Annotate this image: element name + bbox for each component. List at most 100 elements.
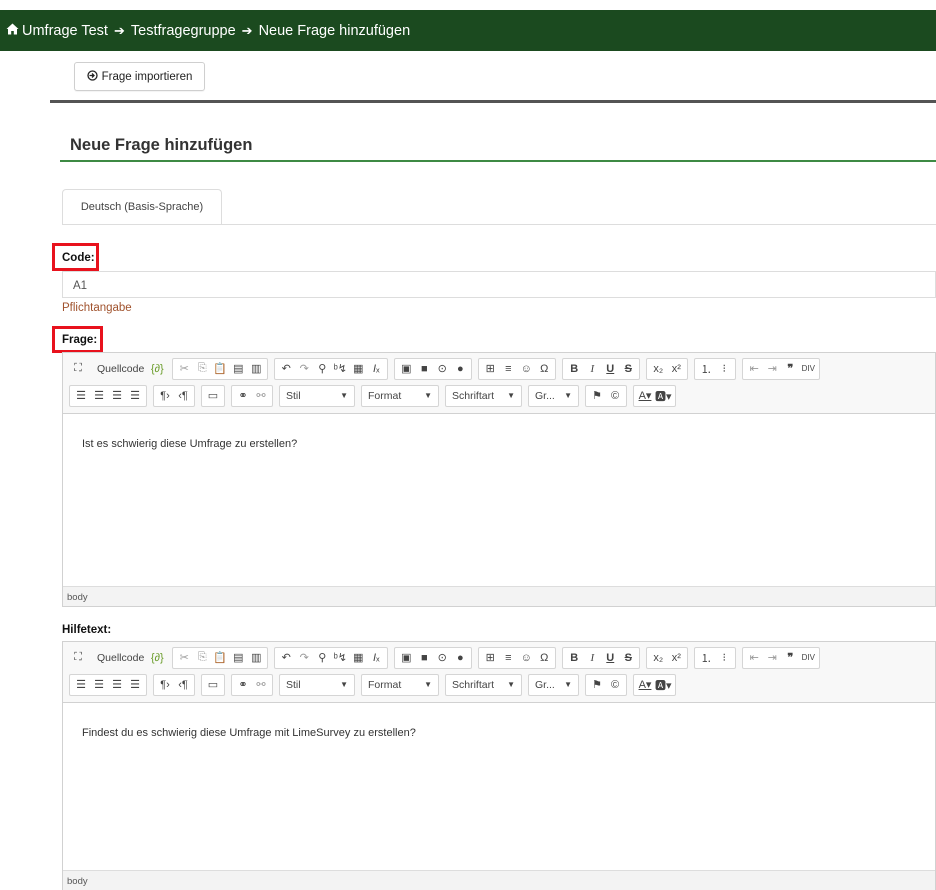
table-icon[interactable]: ⊞	[481, 649, 499, 667]
rtl-icon[interactable]: ‹¶	[174, 676, 192, 694]
div-icon[interactable]: DIV	[799, 360, 817, 378]
bold-icon[interactable]: B	[565, 649, 583, 667]
paste-icon[interactable]: 📋	[211, 360, 229, 378]
smiley-icon[interactable]: ☺	[517, 649, 535, 667]
strike-icon[interactable]: S	[619, 360, 637, 378]
undo-icon[interactable]: ↶	[277, 360, 295, 378]
maximize-icon[interactable]: ⛶	[69, 649, 87, 667]
align-left-icon[interactable]: ☰	[72, 676, 90, 694]
numbered-list-icon[interactable]: ⒈	[697, 360, 715, 378]
align-center-icon[interactable]: ☰	[90, 387, 108, 405]
tab-language-german[interactable]: Deutsch (Basis-Sprache)	[62, 189, 222, 225]
special-char-icon[interactable]: Ω	[535, 360, 553, 378]
paste-word-icon[interactable]: ▥	[247, 360, 265, 378]
redo-icon[interactable]: ↷	[295, 360, 313, 378]
text-color-icon[interactable]: A▾	[636, 387, 654, 405]
maximize-icon[interactable]: ⛶	[69, 360, 87, 378]
image-icon[interactable]: ▣	[397, 649, 415, 667]
table-icon[interactable]: ⊞	[481, 360, 499, 378]
copyright-icon[interactable]: ©	[606, 387, 624, 405]
breadcrumb-item-survey[interactable]: Umfrage Test	[22, 23, 108, 39]
align-right-icon[interactable]: ☰	[108, 676, 126, 694]
subscript-icon[interactable]: x₂	[649, 360, 667, 378]
blockquote-icon[interactable]: ❞	[781, 649, 799, 667]
align-left-icon[interactable]: ☰	[72, 387, 90, 405]
redo-icon[interactable]: ↷	[295, 649, 313, 667]
copyright-icon[interactable]: ©	[606, 676, 624, 694]
format-dropdown[interactable]: Format ▼	[361, 384, 439, 407]
blockquote-icon[interactable]: ❞	[781, 360, 799, 378]
strike-icon[interactable]: S	[619, 649, 637, 667]
breadcrumb-item-group[interactable]: Testfragegruppe	[131, 23, 236, 39]
template-icon[interactable]: ▭	[204, 676, 222, 694]
horizontal-line-icon[interactable]: ≡	[499, 360, 517, 378]
underline-icon[interactable]: U	[601, 360, 619, 378]
link-icon[interactable]: ⚭	[234, 676, 252, 694]
subscript-icon[interactable]: x₂	[649, 649, 667, 667]
source-icon[interactable]: {∂}	[148, 360, 166, 378]
indent-icon[interactable]: ⇥	[763, 649, 781, 667]
image-icon[interactable]: ▣	[397, 360, 415, 378]
flag-icon[interactable]: ⚑	[588, 387, 606, 405]
home-icon[interactable]	[6, 23, 19, 39]
bg-color-icon[interactable]: 🅰▾	[654, 676, 673, 694]
superscript-icon[interactable]: x²	[667, 649, 685, 667]
play-icon[interactable]: ⊙	[433, 360, 451, 378]
template-icon[interactable]: ▭	[204, 387, 222, 405]
link-icon[interactable]: ⚭	[234, 387, 252, 405]
italic-icon[interactable]: I	[583, 649, 601, 667]
copy-icon[interactable]: ⎘	[193, 649, 211, 667]
style-dropdown[interactable]: Stil ▼	[279, 384, 355, 407]
remove-format-icon[interactable]: Iₓ	[367, 360, 385, 378]
size-dropdown[interactable]: Gr... ▼	[528, 673, 579, 696]
special-char-icon[interactable]: Ω	[535, 649, 553, 667]
text-color-icon[interactable]: A▾	[636, 676, 654, 694]
source-button[interactable]: Quellcode	[93, 649, 148, 667]
video-icon[interactable]: ■	[415, 649, 433, 667]
bg-color-icon[interactable]: 🅰▾	[654, 387, 673, 405]
ltr-icon[interactable]: ¶›	[156, 676, 174, 694]
code-input[interactable]: A1	[62, 271, 936, 298]
underline-icon[interactable]: U	[601, 649, 619, 667]
import-question-button[interactable]: Frage importieren	[74, 62, 205, 91]
align-right-icon[interactable]: ☰	[108, 387, 126, 405]
italic-icon[interactable]: I	[583, 360, 601, 378]
flash-icon[interactable]: ●	[451, 360, 469, 378]
flag-icon[interactable]: ⚑	[588, 676, 606, 694]
replace-icon[interactable]: ᵇ↯	[331, 360, 349, 378]
play-icon[interactable]: ⊙	[433, 649, 451, 667]
paste-word-icon[interactable]: ▥	[247, 649, 265, 667]
size-dropdown[interactable]: Gr... ▼	[528, 384, 579, 407]
unlink-icon[interactable]: ⚯	[252, 387, 270, 405]
bullet-list-icon[interactable]: ⁝	[715, 360, 733, 378]
help-content[interactable]: Findest du es schwierig diese Umfrage mi…	[63, 703, 935, 739]
copy-icon[interactable]: ⎘	[193, 360, 211, 378]
align-center-icon[interactable]: ☰	[90, 676, 108, 694]
find-icon[interactable]: ⚲	[313, 649, 331, 667]
superscript-icon[interactable]: x²	[667, 360, 685, 378]
source-button[interactable]: Quellcode	[93, 360, 148, 378]
unlink-icon[interactable]: ⚯	[252, 676, 270, 694]
undo-icon[interactable]: ↶	[277, 649, 295, 667]
bold-icon[interactable]: B	[565, 360, 583, 378]
align-justify-icon[interactable]: ☰	[126, 387, 144, 405]
ltr-icon[interactable]: ¶›	[156, 387, 174, 405]
div-icon[interactable]: DIV	[799, 649, 817, 667]
select-all-icon[interactable]: ▦	[349, 360, 367, 378]
remove-format-icon[interactable]: Iₓ	[367, 649, 385, 667]
video-icon[interactable]: ■	[415, 360, 433, 378]
smiley-icon[interactable]: ☺	[517, 360, 535, 378]
style-dropdown[interactable]: Stil ▼	[279, 673, 355, 696]
bullet-list-icon[interactable]: ⁝	[715, 649, 733, 667]
outdent-icon[interactable]: ⇤	[745, 360, 763, 378]
question-content[interactable]: Ist es schwierig diese Umfrage zu erstel…	[63, 414, 935, 450]
font-dropdown[interactable]: Schriftart ▼	[445, 384, 522, 407]
source-icon[interactable]: {∂}	[148, 649, 166, 667]
outdent-icon[interactable]: ⇤	[745, 649, 763, 667]
flash-icon[interactable]: ●	[451, 649, 469, 667]
indent-icon[interactable]: ⇥	[763, 360, 781, 378]
paste-icon[interactable]: 📋	[211, 649, 229, 667]
paste-text-icon[interactable]: ▤	[229, 649, 247, 667]
paste-text-icon[interactable]: ▤	[229, 360, 247, 378]
format-dropdown[interactable]: Format ▼	[361, 673, 439, 696]
